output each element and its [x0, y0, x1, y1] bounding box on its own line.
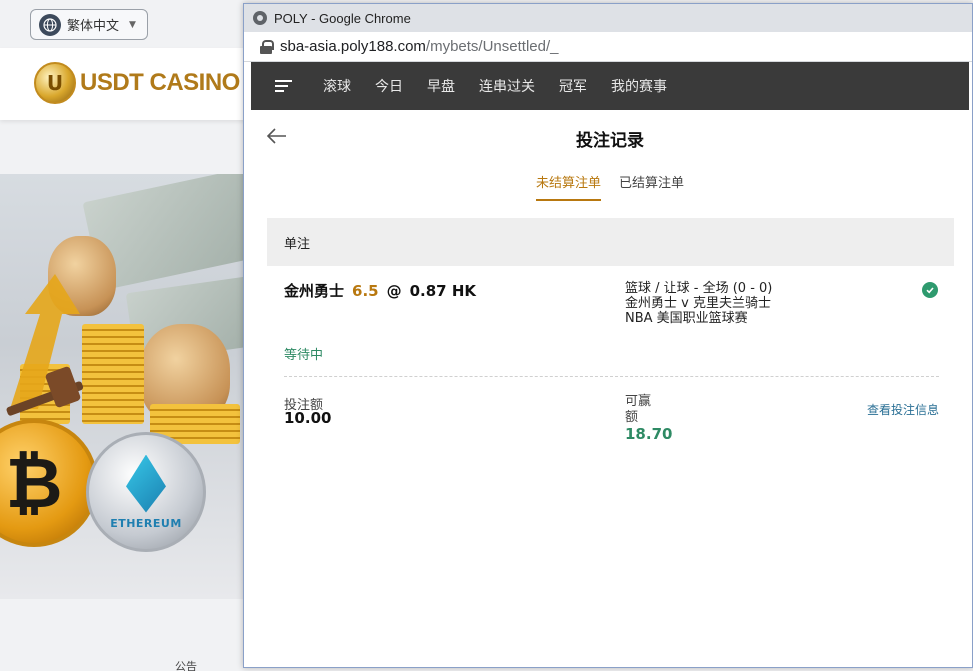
lock-icon: [260, 39, 274, 54]
payout-value: 18.70: [625, 425, 673, 443]
ethereum-icon: [126, 454, 166, 513]
hamburger-menu-icon[interactable]: [275, 80, 292, 92]
nav-item-my-events[interactable]: 我的赛事: [611, 76, 667, 96]
chevron-down-icon: ▼: [129, 19, 136, 30]
language-selector[interactable]: 繁体中文 ▼: [30, 9, 148, 40]
bet-at-symbol: @: [386, 281, 402, 300]
gold-coin-stack-image: [82, 324, 144, 424]
dashed-divider: [284, 376, 939, 377]
stake-value: 10.00: [284, 409, 332, 427]
single-bet-section-header: 单注: [267, 218, 954, 266]
address-bar[interactable]: sba-asia.poly188.com/mybets/Unsettled/_: [244, 32, 972, 62]
chrome-icon: [253, 11, 267, 25]
nav-item-early[interactable]: 早盘: [427, 76, 455, 96]
bet-odds: 0.87 HK: [409, 281, 477, 300]
logo-coin-icon: U: [34, 62, 76, 104]
tab-unsettled[interactable]: 未结算注单: [535, 172, 601, 201]
url-path: /mybets/Unsettled/_: [425, 38, 559, 55]
bet-match: 金州勇士 v 克里夫兰骑士: [625, 296, 771, 311]
view-bet-info-link[interactable]: 查看投注信息: [867, 401, 939, 418]
ethereum-label: ETHEREUM: [110, 516, 182, 530]
window-titlebar[interactable]: POLY - Google Chrome: [244, 4, 972, 32]
gavel-graphic: [6, 366, 84, 416]
nav-item-today[interactable]: 今日: [375, 76, 403, 96]
sports-nav-bar: 滚球 今日 早盘 连串过关 冠军 我的赛事: [251, 62, 969, 110]
bet-history-content: 投注记录 未结算注单 已结算注单 单注 金州勇士 6.5 @ 0.87 HK 篮…: [251, 110, 969, 666]
tab-settled[interactable]: 已结算注单: [619, 172, 684, 201]
page-title: 投注记录: [576, 131, 644, 151]
bitcoin-coin-image: ₿: [0, 419, 98, 547]
globe-icon: [39, 13, 61, 36]
bet-selection: 金州勇士: [284, 282, 345, 300]
site-logo[interactable]: U USDT CASINO: [34, 62, 240, 104]
check-circle-icon: [922, 282, 938, 298]
nav-item-live[interactable]: 滚球: [323, 76, 351, 96]
language-label: 繁体中文: [67, 19, 120, 34]
url-host: sba-asia.poly188.com: [280, 38, 426, 55]
payout-label: 可赢额: [625, 394, 652, 425]
bet-market-info: 篮球 / 让球 - 全场 (0 - 0) 金州勇士 v 克里夫兰骑士 NBA 美…: [625, 281, 772, 326]
bet-status-tabs: 未结算注单 已结算注单: [251, 172, 969, 201]
bet-selection-line: 金州勇士 6.5 @ 0.87 HK: [284, 280, 476, 301]
crypto-banner: ₿ ETHEREUM: [0, 174, 248, 599]
announcement-text: 公告: [175, 660, 197, 671]
nav-item-parlay[interactable]: 连串过关: [479, 76, 535, 96]
logo-text: USDT CASINO: [80, 69, 240, 96]
nav-item-outright[interactable]: 冠军: [559, 76, 587, 96]
ethereum-coin-image: ETHEREUM: [86, 432, 206, 552]
bet-status: 等待中: [284, 348, 324, 363]
chrome-popup-window: POLY - Google Chrome sba-asia.poly188.co…: [243, 3, 973, 668]
window-title: POLY - Google Chrome: [274, 10, 411, 26]
bet-league: NBA 美国职业篮球赛: [625, 311, 748, 326]
bet-market: 篮球 / 让球 - 全场 (0 - 0): [625, 281, 773, 296]
bet-handicap: 6.5: [352, 281, 379, 300]
